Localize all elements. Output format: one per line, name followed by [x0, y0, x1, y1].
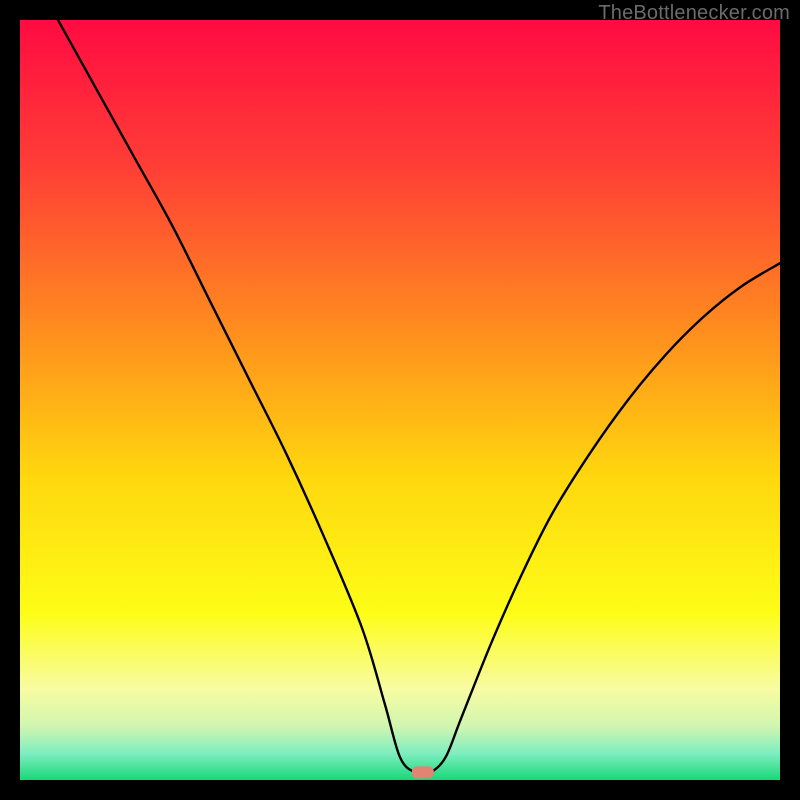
chart-svg: [20, 20, 780, 780]
gradient-background: [20, 20, 780, 780]
plot-area: [20, 20, 780, 780]
chart-container: TheBottlenecker.com: [0, 0, 800, 800]
optimal-marker: [412, 766, 434, 778]
source-attribution: TheBottlenecker.com: [598, 2, 790, 25]
